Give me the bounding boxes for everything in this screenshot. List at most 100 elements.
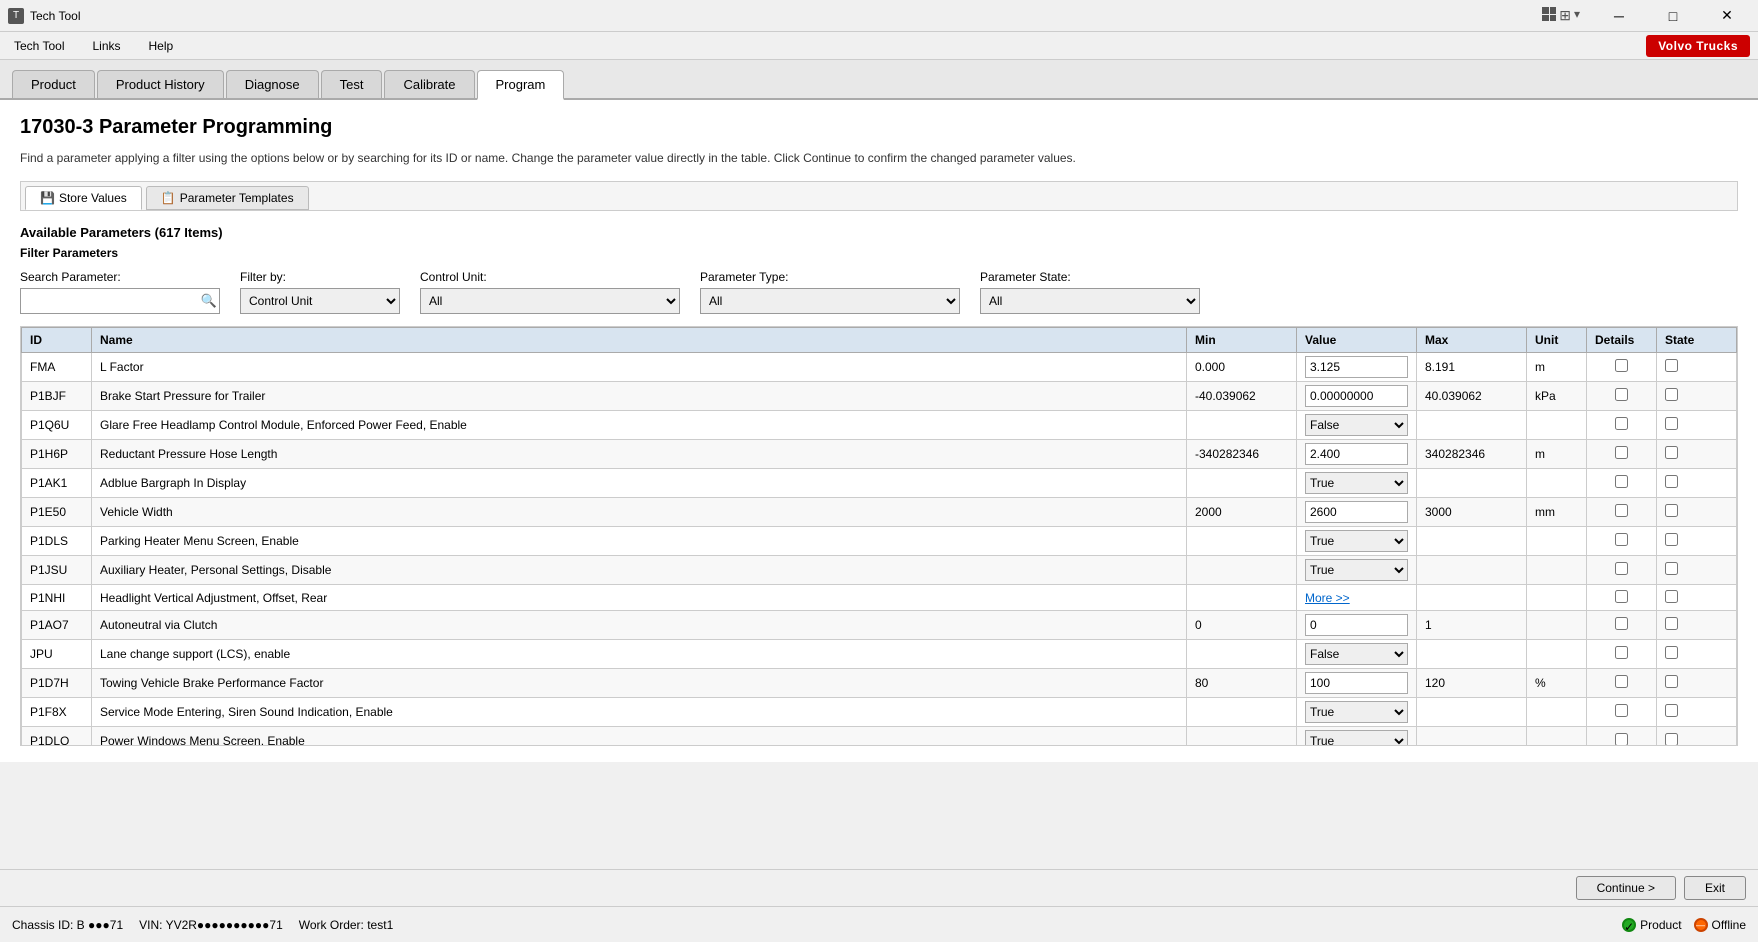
cell-details[interactable] <box>1587 382 1657 411</box>
value-input[interactable] <box>1305 672 1408 694</box>
tab-product-history[interactable]: Product History <box>97 70 224 98</box>
minimize-button[interactable]: ─ <box>1596 0 1642 32</box>
subtab-parameter-templates[interactable]: 📋 Parameter Templates <box>146 186 309 210</box>
value-select[interactable]: TrueFalse <box>1305 730 1408 746</box>
tab-calibrate[interactable]: Calibrate <box>384 70 474 98</box>
value-select[interactable]: TrueFalse <box>1305 530 1408 552</box>
restore-button[interactable]: □ <box>1650 0 1696 32</box>
cell-details[interactable] <box>1587 440 1657 469</box>
subtab-store-values[interactable]: 💾 Store Values <box>25 186 142 210</box>
cell-state[interactable] <box>1657 527 1737 556</box>
details-checkbox[interactable] <box>1615 617 1628 630</box>
cell-details[interactable] <box>1587 353 1657 382</box>
tab-diagnose[interactable]: Diagnose <box>226 70 319 98</box>
cell-state[interactable] <box>1657 353 1737 382</box>
control-unit-select[interactable]: All <box>420 288 680 314</box>
cell-state[interactable] <box>1657 640 1737 669</box>
tab-program[interactable]: Program <box>477 70 565 100</box>
value-input[interactable] <box>1305 356 1408 378</box>
cell-value[interactable]: TrueFalse <box>1297 698 1417 727</box>
grid-view-icon[interactable] <box>1542 7 1556 21</box>
details-checkbox[interactable] <box>1615 533 1628 546</box>
details-checkbox[interactable] <box>1615 646 1628 659</box>
details-checkbox[interactable] <box>1615 704 1628 717</box>
dropdown-icon[interactable]: ▾ <box>1574 7 1580 24</box>
details-checkbox[interactable] <box>1615 733 1628 746</box>
cell-value[interactable] <box>1297 611 1417 640</box>
cell-details[interactable] <box>1587 556 1657 585</box>
cell-state[interactable] <box>1657 498 1737 527</box>
cell-value[interactable] <box>1297 669 1417 698</box>
exit-button[interactable]: Exit <box>1684 876 1746 900</box>
details-checkbox[interactable] <box>1615 504 1628 517</box>
value-input[interactable] <box>1305 385 1408 407</box>
cell-value[interactable] <box>1297 382 1417 411</box>
cell-value[interactable]: TrueFalse <box>1297 556 1417 585</box>
cell-state[interactable] <box>1657 585 1737 611</box>
cell-state[interactable] <box>1657 382 1737 411</box>
cell-value[interactable] <box>1297 440 1417 469</box>
state-checkbox[interactable] <box>1665 533 1678 546</box>
state-checkbox[interactable] <box>1665 446 1678 459</box>
tab-product[interactable]: Product <box>12 70 95 98</box>
details-checkbox[interactable] <box>1615 388 1628 401</box>
state-checkbox[interactable] <box>1665 359 1678 372</box>
param-state-select[interactable]: All <box>980 288 1200 314</box>
details-checkbox[interactable] <box>1615 417 1628 430</box>
details-checkbox[interactable] <box>1615 675 1628 688</box>
value-select[interactable]: FalseTrue <box>1305 643 1408 665</box>
state-checkbox[interactable] <box>1665 590 1678 603</box>
menu-techtool[interactable]: Tech Tool <box>8 37 70 55</box>
cell-state[interactable] <box>1657 556 1737 585</box>
cell-state[interactable] <box>1657 411 1737 440</box>
state-checkbox[interactable] <box>1665 733 1678 746</box>
state-checkbox[interactable] <box>1665 562 1678 575</box>
search-button[interactable]: 🔍 <box>201 293 217 309</box>
cell-details[interactable] <box>1587 527 1657 556</box>
cell-state[interactable] <box>1657 440 1737 469</box>
cell-state[interactable] <box>1657 611 1737 640</box>
state-checkbox[interactable] <box>1665 646 1678 659</box>
search-input[interactable] <box>20 288 220 314</box>
resize-icon[interactable]: ⊞ <box>1559 7 1571 24</box>
cell-state[interactable] <box>1657 698 1737 727</box>
cell-details[interactable] <box>1587 669 1657 698</box>
details-checkbox[interactable] <box>1615 562 1628 575</box>
details-checkbox[interactable] <box>1615 446 1628 459</box>
value-select[interactable]: TrueFalse <box>1305 472 1408 494</box>
value-input[interactable] <box>1305 501 1408 523</box>
state-checkbox[interactable] <box>1665 675 1678 688</box>
value-select[interactable]: FalseTrue <box>1305 414 1408 436</box>
cell-value[interactable]: TrueFalse <box>1297 469 1417 498</box>
value-select[interactable]: TrueFalse <box>1305 559 1408 581</box>
menu-links[interactable]: Links <box>86 37 126 55</box>
cell-details[interactable] <box>1587 698 1657 727</box>
continue-button[interactable]: Continue > <box>1576 876 1676 900</box>
value-input[interactable] <box>1305 443 1408 465</box>
more-link[interactable]: More >> <box>1305 591 1350 605</box>
state-checkbox[interactable] <box>1665 704 1678 717</box>
cell-value[interactable]: FalseTrue <box>1297 640 1417 669</box>
state-checkbox[interactable] <box>1665 475 1678 488</box>
details-checkbox[interactable] <box>1615 359 1628 372</box>
value-input[interactable] <box>1305 614 1408 636</box>
filter-by-select[interactable]: Control Unit Name ID <box>240 288 400 314</box>
cell-details[interactable] <box>1587 498 1657 527</box>
cell-value[interactable]: TrueFalse <box>1297 727 1417 747</box>
cell-details[interactable] <box>1587 727 1657 747</box>
state-checkbox[interactable] <box>1665 504 1678 517</box>
cell-value[interactable]: TrueFalse <box>1297 527 1417 556</box>
details-checkbox[interactable] <box>1615 475 1628 488</box>
cell-details[interactable] <box>1587 585 1657 611</box>
cell-details[interactable] <box>1587 411 1657 440</box>
cell-details[interactable] <box>1587 640 1657 669</box>
close-button[interactable]: ✕ <box>1704 0 1750 32</box>
cell-value[interactable]: FalseTrue <box>1297 411 1417 440</box>
cell-state[interactable] <box>1657 727 1737 747</box>
state-checkbox[interactable] <box>1665 617 1678 630</box>
state-checkbox[interactable] <box>1665 388 1678 401</box>
param-type-select[interactable]: All <box>700 288 960 314</box>
value-select[interactable]: TrueFalse <box>1305 701 1408 723</box>
cell-details[interactable] <box>1587 469 1657 498</box>
details-checkbox[interactable] <box>1615 590 1628 603</box>
